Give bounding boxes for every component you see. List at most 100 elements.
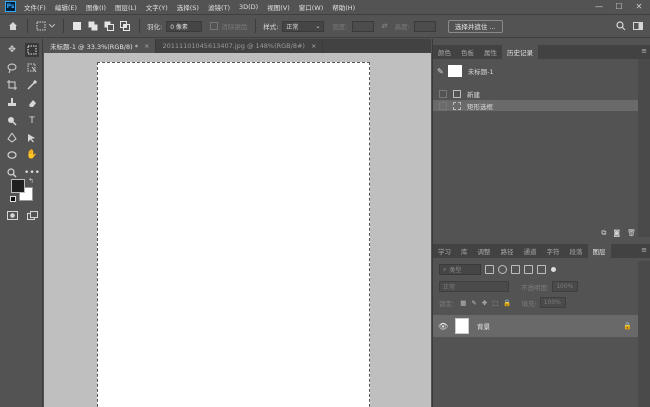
search-icon[interactable]	[615, 20, 627, 32]
tab-swatches[interactable]: 色板	[456, 45, 479, 59]
camera-icon[interactable]: ◙	[613, 229, 620, 238]
tab-layers[interactable]: 图层	[587, 244, 611, 258]
canvas-area[interactable]	[44, 53, 431, 407]
maximize-button[interactable]: ☐	[610, 0, 628, 13]
history-scrollbar[interactable]	[638, 59, 650, 237]
filter-pixel-icon[interactable]	[485, 265, 494, 274]
home-icon[interactable]	[7, 20, 19, 32]
fill-input[interactable]: 100%	[539, 297, 566, 308]
default-colors-icon[interactable]	[10, 196, 16, 202]
tab-paths[interactable]: 路径	[496, 244, 519, 258]
document-tab-active[interactable]: 未标题-1 @ 33.3%(RGB/8) * ×	[44, 39, 157, 53]
height-input[interactable]	[413, 20, 436, 32]
history-item-selected[interactable]: 矩形选框	[433, 100, 638, 111]
lock-position-icon[interactable]: ✥	[482, 299, 487, 307]
zoom-tool-icon[interactable]	[5, 166, 19, 180]
menu-select[interactable]: 选择(S)	[177, 2, 199, 12]
filter-adjustment-icon[interactable]	[498, 265, 507, 274]
feather-input[interactable]: 0 像素	[166, 20, 203, 32]
close-icon[interactable]: ×	[311, 42, 316, 50]
menu-window[interactable]: 窗口(W)	[299, 2, 324, 12]
filter-shape-icon[interactable]	[524, 265, 533, 274]
lock-image-icon[interactable]: ✎	[471, 299, 476, 307]
swap-colors-icon[interactable]: ↰	[28, 177, 34, 185]
trash-icon[interactable]: 🗑	[627, 229, 636, 238]
history-source-checkbox[interactable]	[439, 89, 447, 98]
rectangular-marquee-tool-icon[interactable]	[25, 43, 39, 57]
width-input[interactable]	[351, 20, 374, 32]
foreground-color-swatch[interactable]	[11, 179, 25, 193]
eye-icon[interactable]: 👁	[438, 322, 448, 331]
lock-artboard-icon[interactable]: ⬚	[492, 299, 498, 307]
add-selection-icon[interactable]	[87, 20, 99, 32]
document-tab[interactable]: 20111101045613407.jpg @ 148%(RGB/8#) ×	[156, 39, 324, 53]
subtract-selection-icon[interactable]	[103, 20, 115, 32]
tab-color[interactable]: 颜色	[433, 45, 456, 59]
tab-paragraph[interactable]: 段落	[565, 244, 588, 258]
tab-libraries[interactable]: 库	[456, 244, 473, 258]
document-tab-bar: 未标题-1 @ 33.3%(RGB/8) * × 201111010456134…	[44, 39, 431, 53]
type-tool-icon[interactable]: T	[25, 114, 39, 128]
crop-tool-icon[interactable]	[5, 78, 19, 92]
lock-transparent-icon[interactable]: ▦	[460, 299, 466, 307]
eraser-tool-icon[interactable]	[25, 96, 39, 110]
document-canvas[interactable]	[97, 62, 370, 407]
stamp-tool-icon[interactable]	[5, 96, 19, 110]
history-brush-icon[interactable]: ✎	[437, 67, 444, 76]
menu-filter[interactable]: 滤镜(T)	[208, 2, 230, 12]
new-selection-icon[interactable]	[71, 20, 83, 32]
tab-adjustments[interactable]: 调整	[473, 244, 496, 258]
minimize-button[interactable]: —	[590, 0, 608, 13]
hand-tool-icon[interactable]: ✋	[25, 148, 39, 162]
object-selection-tool-icon[interactable]	[25, 61, 39, 75]
workspace-icon[interactable]	[632, 20, 644, 32]
move-tool-icon[interactable]: ✥	[5, 43, 19, 57]
tab-channels[interactable]: 通道	[519, 244, 542, 258]
menu-edit[interactable]: 编辑(E)	[55, 2, 77, 12]
menu-view[interactable]: 视图(V)	[267, 2, 290, 12]
select-and-mask-button[interactable]: 选择并遮住 ...	[447, 19, 503, 33]
menu-layer[interactable]: 图层(L)	[115, 2, 137, 12]
panel-menu-icon[interactable]: ≡	[641, 246, 647, 254]
menu-3d[interactable]: 3D(D)	[239, 3, 258, 11]
menu-type[interactable]: 文字(Y)	[146, 2, 168, 12]
tab-character[interactable]: 字符	[542, 244, 565, 258]
photoshop-logo[interactable]: Ps	[5, 1, 16, 12]
new-document-from-state-icon[interactable]: ⧉	[601, 229, 606, 238]
chevron-down-icon[interactable]	[49, 20, 55, 32]
screen-mode-icon[interactable]	[25, 208, 39, 222]
filter-type-icon[interactable]	[511, 265, 520, 274]
intersect-selection-icon[interactable]	[119, 20, 131, 32]
dodge-tool-icon[interactable]	[5, 114, 19, 128]
lasso-tool-icon[interactable]	[5, 61, 19, 75]
lock-all-icon[interactable]: 🔒	[503, 299, 511, 307]
swap-dimensions-icon[interactable]: ⇄	[379, 20, 391, 32]
marquee-preset-icon[interactable]	[35, 20, 47, 32]
close-icon[interactable]: ×	[144, 42, 149, 50]
blend-mode-select[interactable]: 正常	[439, 281, 509, 292]
filter-toggle-icon[interactable]	[551, 267, 556, 272]
eyedropper-tool-icon[interactable]	[25, 78, 39, 92]
panel-menu-icon[interactable]: ≡	[641, 47, 647, 55]
history-item[interactable]: 新建	[433, 88, 638, 99]
tab-learn[interactable]: 学习	[433, 244, 456, 258]
path-selection-tool-icon[interactable]	[25, 131, 39, 145]
layer-row[interactable]: 👁 背景 🔒	[433, 315, 638, 337]
close-button[interactable]: ✕	[630, 0, 648, 13]
layers-scrollbar[interactable]	[638, 261, 650, 407]
menu-image[interactable]: 图像(I)	[86, 2, 106, 12]
style-select[interactable]: 正常 ⌄	[282, 20, 325, 32]
ellipse-tool-icon[interactable]	[5, 148, 19, 162]
layer-filter-select[interactable]: ⌕ 类型	[439, 264, 481, 275]
quick-mask-icon[interactable]	[5, 208, 19, 222]
tab-properties[interactable]: 属性	[479, 45, 502, 59]
history-snapshot[interactable]: ✎ 未标题-1	[433, 61, 638, 81]
antialias-checkbox[interactable]	[210, 20, 219, 32]
menu-help[interactable]: 帮助(H)	[332, 2, 355, 12]
tab-history[interactable]: 历史记录	[502, 45, 538, 59]
opacity-input[interactable]: 100%	[552, 281, 579, 292]
history-source-checkbox[interactable]	[439, 101, 447, 110]
pen-tool-icon[interactable]	[5, 131, 19, 145]
menu-file[interactable]: 文件(F)	[24, 2, 46, 12]
filter-smart-object-icon[interactable]	[537, 265, 546, 274]
